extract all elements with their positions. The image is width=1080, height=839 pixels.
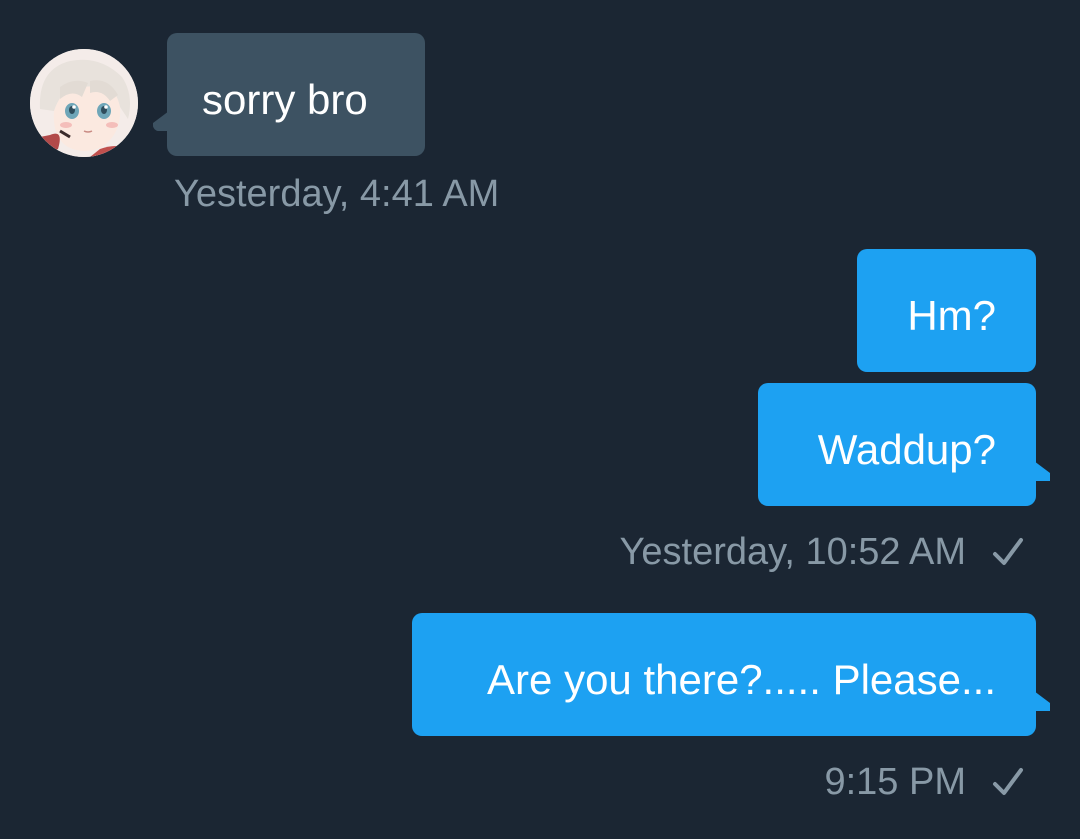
timestamp-text: 9:15 PM [824, 761, 966, 803]
avatar[interactable] [30, 49, 138, 157]
message-meta: 9:15 PM [824, 763, 1024, 801]
message-bubble-outgoing[interactable]: Are you there?..... Please... [412, 613, 1050, 736]
message-bubble-incoming[interactable]: sorry bro [153, 33, 425, 156]
avatar-image [30, 49, 138, 157]
message-bubble-outgoing[interactable]: Hm? [857, 249, 1036, 372]
timestamp-text: Yesterday, 4:41 AM [174, 173, 500, 215]
conversation-view[interactable]: sorry bro Yesterday, 4:41 AM Hm? Waddup?… [0, 0, 1080, 839]
message-text: sorry bro [202, 76, 368, 123]
check-icon [993, 538, 1023, 565]
message-bubble-outgoing[interactable]: Waddup? [758, 383, 1050, 506]
message-text: Hm? [907, 292, 996, 339]
message-timestamp: Yesterday, 4:41 AM [174, 175, 499, 213]
message-meta: Yesterday, 10:52 AM [620, 533, 1024, 571]
message-text: Are you there?..... Please... [487, 656, 996, 703]
message-text: Waddup? [817, 426, 996, 473]
check-icon [993, 768, 1023, 795]
timestamp-text: Yesterday, 10:52 AM [619, 531, 966, 573]
